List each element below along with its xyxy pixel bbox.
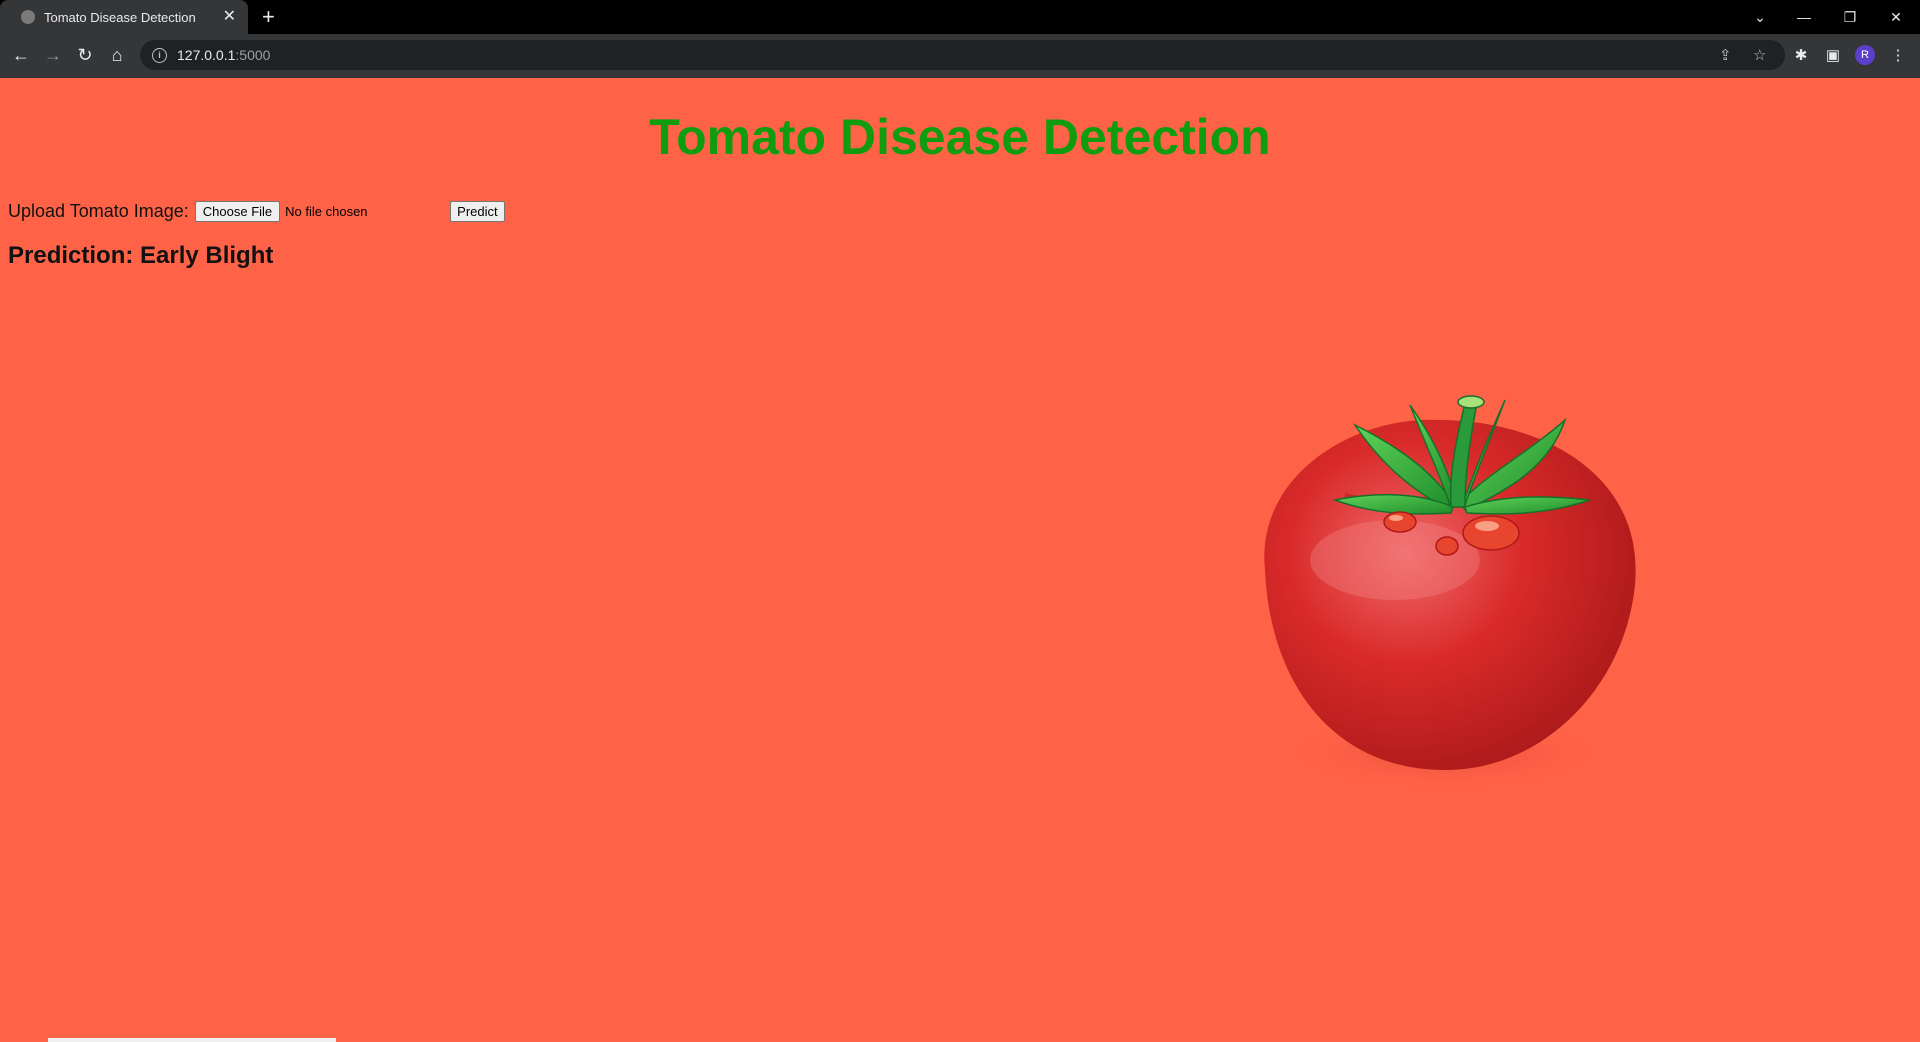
site-info-icon[interactable]: i	[152, 47, 167, 63]
new-tab-button[interactable]: +	[262, 5, 275, 29]
globe-icon	[21, 10, 35, 24]
home-icon[interactable]: ⌂	[105, 43, 129, 67]
upload-form: Upload Tomato Image: Choose File No file…	[8, 201, 505, 222]
tomato-image	[1264, 395, 1636, 795]
bookmark-star-icon[interactable]: ☆	[1753, 40, 1766, 70]
upload-label: Upload Tomato Image:	[8, 201, 189, 221]
side-panel-icon[interactable]: ▣	[1821, 43, 1845, 67]
extensions-icon[interactable]: ✱	[1789, 43, 1813, 67]
share-icon[interactable]: ⇪	[1719, 40, 1732, 70]
browser-tab[interactable]: Tomato Disease Detection ✕	[0, 0, 248, 34]
tab-search-icon[interactable]: ⌄	[1737, 0, 1783, 34]
tab-strip: Tomato Disease Detection ✕ + ⌄ — ❐ ✕	[0, 0, 1920, 34]
reload-icon[interactable]: ↻	[73, 43, 97, 67]
prediction-result: Prediction: Early Blight	[8, 242, 274, 269]
horizontal-scrollbar[interactable]	[48, 1038, 336, 1042]
close-tab-icon[interactable]: ✕	[223, 9, 236, 25]
address-bar[interactable]: i 127.0.0.1 :5000	[140, 40, 1785, 70]
url-port: :5000	[235, 47, 271, 63]
file-status: No file chosen	[285, 204, 368, 219]
tab-title: Tomato Disease Detection	[44, 9, 196, 25]
page-title: Tomato Disease Detection	[649, 109, 1271, 165]
restore-icon[interactable]: ❐	[1827, 0, 1873, 34]
back-icon[interactable]: ←	[9, 43, 33, 67]
profile-avatar[interactable]: R	[1855, 45, 1875, 65]
forward-icon[interactable]: →	[41, 43, 65, 67]
toolbar-divider	[0, 76, 1920, 78]
close-window-icon[interactable]: ✕	[1873, 0, 1919, 34]
menu-icon[interactable]: ⋮	[1886, 43, 1910, 67]
url-host: 127.0.0.1	[177, 47, 236, 63]
minimize-icon[interactable]: —	[1781, 0, 1827, 34]
choose-file-button[interactable]: Choose File	[194, 201, 281, 222]
predict-button[interactable]: Predict	[450, 201, 505, 222]
